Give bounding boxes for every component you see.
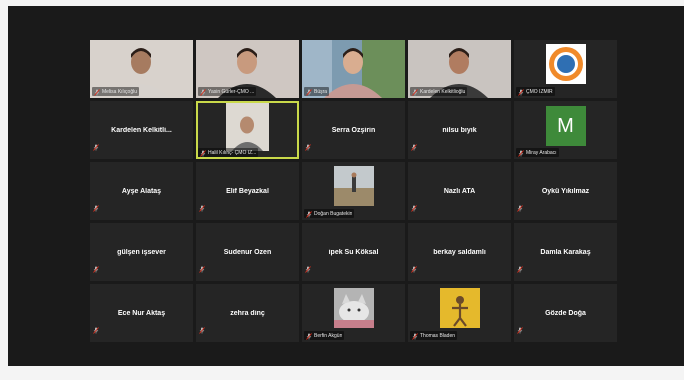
participant-name: Kardelen Kelkitli... [111, 126, 172, 134]
participant-tile[interactable]: M Miray Arabacı [514, 101, 617, 159]
participant-tile[interactable]: Öykü Yıkılmaz [514, 162, 617, 220]
participant-name: Damla Karakaş [540, 248, 591, 256]
participant-name: Öykü Yıkılmaz [541, 187, 590, 195]
participant-label: Thomas Bladen [410, 331, 458, 340]
participant-tile[interactable]: Kardelen Kelkitli... [90, 101, 193, 159]
participant-tile[interactable]: zehra dinç [196, 284, 299, 342]
participant-tile[interactable]: Damla Karakaş [514, 223, 617, 281]
participant-tile[interactable]: Ayşe Alataş [90, 162, 193, 220]
participant-label: Doğan Bugatekin [304, 209, 355, 218]
participant-label-text: Halil Kılınç- ÇMO İZ... [208, 149, 257, 156]
profile-photo [333, 166, 374, 206]
mic-muted-icon [306, 327, 312, 343]
mic-muted-icon [93, 321, 99, 339]
participant-name: berkay saldamlı [433, 248, 486, 256]
mic-muted-icon [517, 260, 523, 278]
mic-muted-icon [518, 83, 524, 99]
mic-muted-icon [518, 144, 524, 160]
participant-tile[interactable]: Elif Beyazkal [196, 162, 299, 220]
mic-muted-icon [93, 138, 99, 156]
participant-tile[interactable]: berkay saldamlı [408, 223, 511, 281]
mic-muted-icon [517, 199, 523, 217]
avatar: M [545, 106, 586, 146]
mic-muted-icon [517, 321, 523, 339]
cmo-logo-icon [545, 44, 586, 84]
participant-label-text: ÇMO İZMİR [526, 88, 553, 95]
mic-muted-icon [411, 138, 417, 156]
participant-name: Gözde Doğa [545, 309, 586, 317]
participant-label-text: Melisa Kılıçoğlu [102, 88, 138, 95]
mic-muted-icon [412, 327, 418, 343]
participant-name: ipek Su Köksal [328, 248, 379, 256]
participant-name: nilsu bıyık [442, 126, 477, 134]
participant-tile[interactable]: nilsu bıyık [408, 101, 511, 159]
mic-muted-icon [200, 144, 206, 160]
profile-photo [333, 288, 374, 328]
mic-muted-icon [411, 260, 417, 278]
participant-label: Melisa Kılıçoğlu [92, 87, 140, 96]
participant-label-text: Büşra [314, 88, 328, 95]
participant-name: Ece Nur Aktaş [117, 309, 166, 317]
participant-tile[interactable]: Sudenur Özen [196, 223, 299, 281]
participant-tile[interactable]: Nazlı ATA [408, 162, 511, 220]
mic-muted-icon [199, 199, 205, 217]
participant-label: Halil Kılınç- ÇMO İZ... [198, 148, 259, 157]
participant-label: Miray Arabacı [516, 148, 559, 157]
mic-muted-icon [200, 83, 206, 99]
participant-label-text: Miray Arabacı [526, 149, 557, 156]
gallery-grid: Melisa Kılıçoğlu Yasin Gürler-ÇMO ... Bü… [90, 40, 617, 342]
mic-muted-icon [199, 260, 205, 278]
mic-muted-icon [94, 83, 100, 99]
participant-label: Büşra [304, 87, 330, 96]
mic-muted-icon [305, 260, 311, 278]
participant-label: ÇMO İZMİR [516, 87, 555, 96]
participant-label-text: Kardelen Kelkitlioğlu [420, 88, 466, 95]
participant-name: zehra dinç [230, 309, 265, 317]
participant-name: gülşen işsever [117, 248, 166, 256]
mic-muted-icon [306, 83, 312, 99]
mic-muted-icon [411, 199, 417, 217]
participant-label-text: Doğan Bugatekin [314, 210, 353, 217]
participant-video [226, 103, 269, 151]
participant-tile[interactable]: ÇMO İZMİR [514, 40, 617, 98]
participant-name: Elif Beyazkal [226, 187, 269, 195]
mic-muted-icon [412, 83, 418, 99]
participant-tile[interactable]: gülşen işsever [90, 223, 193, 281]
participant-label: Yasin Gürler-ÇMO ... [198, 87, 257, 96]
participant-tile[interactable]: Büşra [302, 40, 405, 98]
participant-name: Sudenur Özen [223, 248, 272, 256]
meeting-window: Melisa Kılıçoğlu Yasin Gürler-ÇMO ... Bü… [8, 6, 684, 366]
participant-name: Nazlı ATA [443, 187, 476, 195]
participant-tile[interactable]: Serra Özşirin [302, 101, 405, 159]
participant-tile[interactable]: Berfin Akgün [302, 284, 405, 342]
participant-tile[interactable]: Ece Nur Aktaş [90, 284, 193, 342]
participant-label: Kardelen Kelkitlioğlu [410, 87, 468, 96]
mic-muted-icon [306, 205, 312, 221]
participant-tile[interactable]: Melisa Kılıçoğlu [90, 40, 193, 98]
participant-name: Ayşe Alataş [121, 187, 162, 195]
mic-muted-icon [93, 260, 99, 278]
participant-tile[interactable]: Doğan Bugatekin [302, 162, 405, 220]
mic-muted-icon [93, 199, 99, 217]
participant-tile[interactable]: Halil Kılınç- ÇMO İZ... [196, 101, 299, 159]
participant-label-text: Thomas Bladen [420, 332, 456, 339]
participant-tile[interactable]: Thomas Bladen [408, 284, 511, 342]
profile-photo [439, 288, 480, 328]
mic-muted-icon [305, 138, 311, 156]
participant-name: Serra Özşirin [331, 126, 376, 134]
mic-muted-icon [199, 321, 205, 339]
participant-tile[interactable]: ipek Su Köksal [302, 223, 405, 281]
participant-label: Berfin Akgün [304, 331, 345, 340]
participant-label-text: Yasin Gürler-ÇMO ... [208, 88, 255, 95]
participant-tile[interactable]: Yasin Gürler-ÇMO ... [196, 40, 299, 98]
participant-tile[interactable]: Kardelen Kelkitlioğlu [408, 40, 511, 98]
participant-tile[interactable]: Gözde Doğa [514, 284, 617, 342]
participant-label-text: Berfin Akgün [314, 332, 343, 339]
